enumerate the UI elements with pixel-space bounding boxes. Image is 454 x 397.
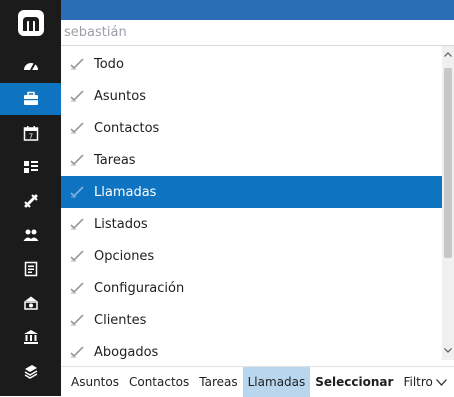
scroll-up-icon[interactable] [442, 48, 454, 60]
bank-icon [23, 329, 39, 345]
top-bar [61, 0, 454, 20]
search-input[interactable] [61, 20, 444, 45]
search-scope-list: Todo Asuntos Contactos Tareas Llamadas L… [61, 46, 442, 360]
chevron-down-icon [435, 375, 447, 389]
phone-icon [23, 193, 39, 209]
sidebar-item-asuntos[interactable] [0, 83, 61, 115]
checkmark-icon [70, 314, 84, 326]
list-item-clientes[interactable]: Clientes [61, 304, 442, 336]
list-item-label: Listados [94, 216, 148, 232]
scroll-down-icon[interactable] [442, 344, 454, 356]
people-icon [23, 227, 39, 243]
list-item-label: Clientes [94, 312, 147, 328]
sidebar-item-layers[interactable] [0, 355, 61, 387]
sidebar-item-documents[interactable] [0, 253, 61, 285]
scroll-thumb[interactable] [444, 68, 452, 258]
list-scrollbar[interactable] [442, 46, 454, 360]
search-box [61, 20, 454, 46]
money-icon [23, 295, 39, 311]
layers-icon [23, 363, 39, 379]
list-item-tareas[interactable]: Tareas [61, 144, 442, 176]
bottom-tab-bar: Asuntos Contactos Tareas Llamadas Selecc… [61, 366, 454, 397]
list-item-llamadas[interactable]: Llamadas [61, 176, 442, 208]
checkmark-icon [70, 250, 84, 262]
checkmark-icon [70, 122, 84, 134]
tab-contactos[interactable]: Contactos [124, 367, 194, 397]
sidebar-item-contacts[interactable] [0, 219, 61, 251]
tab-seleccionar[interactable]: Seleccionar [310, 367, 398, 397]
list-item-label: Asuntos [94, 88, 146, 104]
list-item-asuntos[interactable]: Asuntos [61, 80, 442, 112]
sidebar-item-calls[interactable] [0, 185, 61, 217]
list-item-label: Abogados [94, 344, 159, 360]
sidebar-item-calendar[interactable]: 7 [0, 117, 61, 149]
list-view-icon [23, 159, 39, 175]
list-item-label: Todo [94, 56, 124, 72]
sidebar-item-bank[interactable] [0, 321, 61, 353]
list-item-label: Contactos [94, 120, 160, 136]
checkmark-icon [70, 186, 84, 198]
checkmark-icon [70, 282, 84, 294]
svg-text:7: 7 [28, 133, 32, 141]
tab-llamadas[interactable]: Llamadas [242, 367, 311, 397]
sidebar: 7 [0, 0, 61, 396]
tab-asuntos[interactable]: Asuntos [61, 367, 124, 397]
app-logo[interactable] [0, 0, 61, 45]
app-window: 7 sebastián Todo Asuntos Contactos Tarea… [0, 0, 454, 397]
list-item-label: Configuración [94, 280, 185, 296]
briefcase-icon [23, 91, 39, 107]
list-item-label: Llamadas [94, 184, 157, 200]
sidebar-item-billing[interactable] [0, 287, 61, 319]
sidebar-item-dashboard[interactable] [0, 49, 61, 81]
tab-filtro[interactable]: Filtro [398, 367, 451, 397]
calendar-icon: 7 [23, 125, 39, 141]
document-icon [23, 261, 39, 277]
list-item-contactos[interactable]: Contactos [61, 112, 442, 144]
checkmark-icon [70, 346, 84, 358]
tab-filtro-label: Filtro [403, 375, 433, 389]
checkmark-icon [70, 58, 84, 70]
dashboard-icon [23, 57, 39, 73]
list-item-opciones[interactable]: Opciones [61, 240, 442, 272]
checkmark-icon [70, 154, 84, 166]
list-item-abogados[interactable]: Abogados [61, 336, 442, 360]
list-item-configuracion[interactable]: Configuración [61, 272, 442, 304]
list-item-label: Tareas [94, 152, 136, 168]
sidebar-item-lists[interactable] [0, 151, 61, 183]
logo-icon [17, 9, 44, 36]
tab-tareas[interactable]: Tareas [194, 367, 242, 397]
list-item-listados[interactable]: Listados [61, 208, 442, 240]
list-item-todo[interactable]: Todo [61, 48, 442, 80]
list-item-label: Opciones [94, 248, 155, 264]
checkmark-icon [70, 218, 84, 230]
checkmark-icon [70, 90, 84, 102]
